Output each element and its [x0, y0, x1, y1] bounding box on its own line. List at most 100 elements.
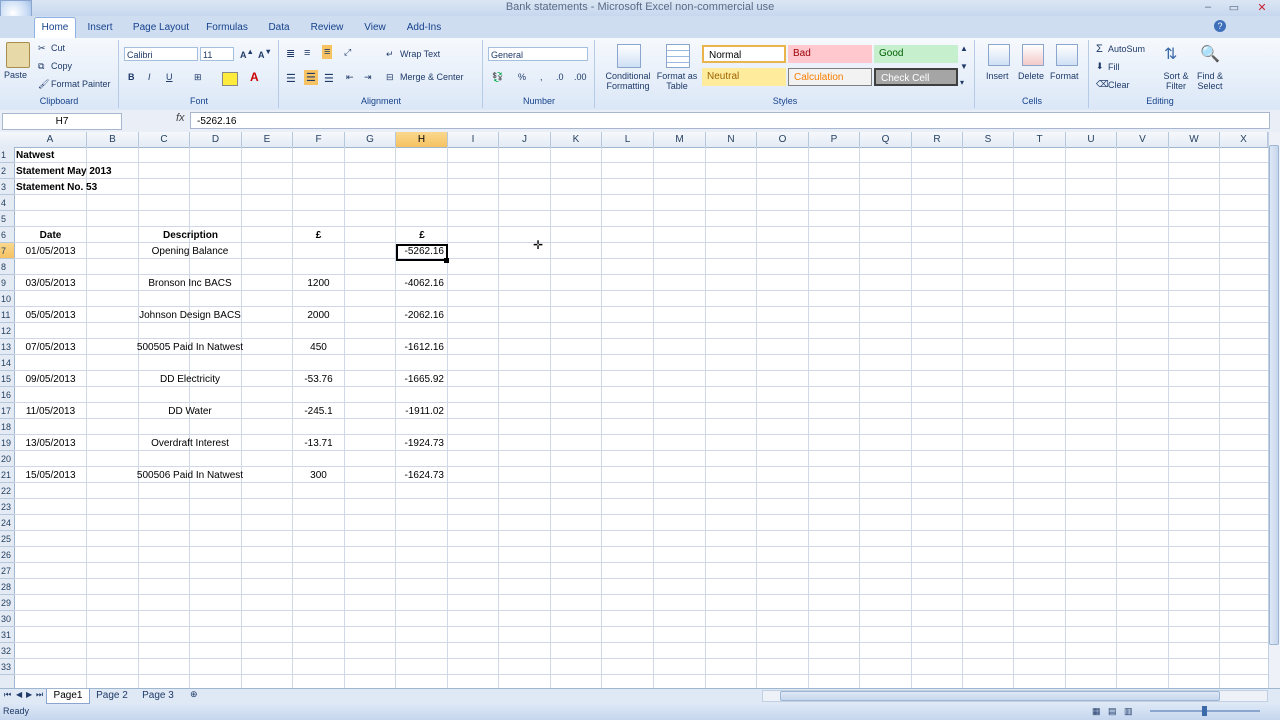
- cell-entry-date[interactable]: 07/05/2013: [14, 340, 87, 356]
- fill-icon[interactable]: ⬇: [1096, 61, 1104, 72]
- tab-view[interactable]: View: [356, 18, 394, 38]
- cell-entry-date[interactable]: 09/05/2013: [14, 372, 87, 388]
- find-select-icon[interactable]: 🔍: [1200, 44, 1220, 64]
- row-header-14[interactable]: 14: [0, 355, 14, 371]
- autosum-icon[interactable]: Σ: [1096, 43, 1103, 55]
- autosum-button[interactable]: AutoSum: [1108, 44, 1145, 54]
- currency-icon[interactable]: 💱: [492, 72, 503, 83]
- tab-review[interactable]: Review: [306, 18, 348, 38]
- row-header-19[interactable]: 19: [0, 435, 14, 451]
- bold-button[interactable]: B: [128, 72, 135, 82]
- column-header-w[interactable]: W: [1169, 132, 1220, 147]
- underline-button[interactable]: U: [166, 72, 173, 82]
- cell-entry-balance[interactable]: -2062.16: [396, 308, 444, 324]
- percent-icon[interactable]: %: [518, 72, 526, 82]
- decrease-decimal-icon[interactable]: .00: [574, 72, 587, 82]
- tab-data[interactable]: Data: [260, 18, 298, 38]
- cell-entry-balance[interactable]: -1612.16: [396, 340, 444, 356]
- fill-color-icon[interactable]: [222, 72, 238, 86]
- cell-entry-balance[interactable]: -1624.73: [396, 468, 444, 484]
- style-good[interactable]: Good: [874, 45, 958, 63]
- cell-entry-description[interactable]: 500505 Paid In Natwest: [114, 340, 266, 356]
- column-header-b[interactable]: B: [87, 132, 139, 147]
- row-header-8[interactable]: 8: [0, 259, 14, 275]
- zoom-slider-thumb[interactable]: [1202, 706, 1207, 716]
- cell-entry-balance[interactable]: -4062.16: [396, 276, 444, 292]
- styles-scroll-up-icon[interactable]: ▲: [960, 44, 968, 53]
- cut-button[interactable]: Cut: [51, 43, 65, 53]
- paste-button[interactable]: Paste: [4, 70, 27, 80]
- align-center-icon[interactable]: ☰: [304, 70, 318, 85]
- increase-decimal-icon[interactable]: .0: [556, 72, 564, 82]
- cell-entry-amount[interactable]: 300: [293, 468, 344, 484]
- column-header-v[interactable]: V: [1117, 132, 1169, 147]
- font-color-icon[interactable]: A: [250, 70, 259, 84]
- copy-icon[interactable]: ⧉: [38, 61, 44, 72]
- cell-entry-amount[interactable]: 1200: [293, 276, 344, 292]
- page-layout-view-icon[interactable]: ▤: [1108, 706, 1117, 717]
- cell-entry-date[interactable]: 15/05/2013: [14, 468, 87, 484]
- name-box[interactable]: H7: [2, 113, 122, 130]
- row-header-15[interactable]: 15: [0, 371, 14, 387]
- sheet-tab-page2[interactable]: Page 2: [90, 689, 134, 703]
- last-sheet-icon[interactable]: ⏭: [36, 690, 43, 700]
- cell-entry-description[interactable]: DD Electricity: [114, 372, 266, 388]
- comma-icon[interactable]: ,: [540, 72, 543, 82]
- row-header-33[interactable]: 33: [0, 659, 14, 675]
- row-header-12[interactable]: 12: [0, 323, 14, 339]
- cell-entry-balance[interactable]: -1665.92: [396, 372, 444, 388]
- sort-filter-icon[interactable]: ⇅: [1164, 44, 1177, 64]
- paste-icon[interactable]: [6, 42, 30, 68]
- column-header-s[interactable]: S: [963, 132, 1014, 147]
- prev-sheet-icon[interactable]: ◀: [16, 690, 22, 699]
- format-painter-icon[interactable]: 🖌: [38, 79, 49, 90]
- fill-button[interactable]: Fill: [1108, 62, 1120, 72]
- insert-cells-button[interactable]: Insert: [986, 71, 1009, 81]
- sort-filter-button[interactable]: Sort & Filter: [1160, 71, 1192, 91]
- page-break-view-icon[interactable]: ▥: [1124, 706, 1133, 717]
- format-as-table-button[interactable]: Format as Table: [654, 71, 700, 91]
- copy-button[interactable]: Copy: [51, 61, 72, 71]
- row-header-11[interactable]: 11: [0, 307, 14, 323]
- column-header-t[interactable]: T: [1014, 132, 1066, 147]
- cell-entry-description[interactable]: DD Water: [114, 404, 266, 420]
- cell-balance-header[interactable]: £: [396, 228, 448, 244]
- cell-a1[interactable]: Natwest: [16, 148, 54, 164]
- column-header-i[interactable]: I: [448, 132, 499, 147]
- conditional-formatting-button[interactable]: Conditional Formatting: [600, 71, 656, 91]
- format-painter-button[interactable]: Format Painter: [51, 79, 111, 89]
- column-header-d[interactable]: D: [190, 132, 242, 147]
- wrap-text-icon[interactable]: ↵: [386, 49, 394, 60]
- column-header-x[interactable]: X: [1220, 132, 1268, 147]
- style-check-cell[interactable]: Check Cell: [874, 68, 958, 86]
- row-header-20[interactable]: 20: [0, 451, 14, 467]
- row-header-6[interactable]: 6: [0, 227, 14, 243]
- row-header-5[interactable]: 5: [0, 211, 14, 227]
- insert-cells-icon[interactable]: [988, 44, 1010, 66]
- normal-view-icon[interactable]: ▦: [1092, 706, 1101, 717]
- cell-entry-balance[interactable]: -1911.02: [396, 404, 444, 420]
- next-sheet-icon[interactable]: ▶: [26, 690, 32, 699]
- tab-add-ins[interactable]: Add-Ins: [400, 18, 448, 38]
- row-header-27[interactable]: 27: [0, 563, 14, 579]
- row-header-31[interactable]: 31: [0, 627, 14, 643]
- row-header-17[interactable]: 17: [0, 403, 14, 419]
- column-header-q[interactable]: Q: [860, 132, 912, 147]
- cell-entry-date[interactable]: 01/05/2013: [14, 244, 87, 260]
- clear-icon[interactable]: ⌫: [1096, 79, 1109, 90]
- tab-home[interactable]: Home: [34, 17, 76, 39]
- align-left-icon[interactable]: ☰: [286, 72, 296, 85]
- column-header-f[interactable]: F: [293, 132, 345, 147]
- column-header-g[interactable]: G: [345, 132, 396, 147]
- row-header-23[interactable]: 23: [0, 499, 14, 515]
- styles-scroll-down-icon[interactable]: ▼: [960, 62, 968, 71]
- row-header-21[interactable]: 21: [0, 467, 14, 483]
- row-header-9[interactable]: 9: [0, 275, 14, 291]
- row-header-4[interactable]: 4: [0, 195, 14, 211]
- cell-entry-description[interactable]: Opening Balance: [114, 244, 266, 260]
- style-neutral[interactable]: Neutral: [702, 68, 786, 86]
- column-header-r[interactable]: R: [912, 132, 963, 147]
- insert-sheet-icon[interactable]: ⊕: [190, 689, 198, 700]
- column-header-u[interactable]: U: [1066, 132, 1117, 147]
- close-button[interactable]: ✕: [1250, 1, 1274, 14]
